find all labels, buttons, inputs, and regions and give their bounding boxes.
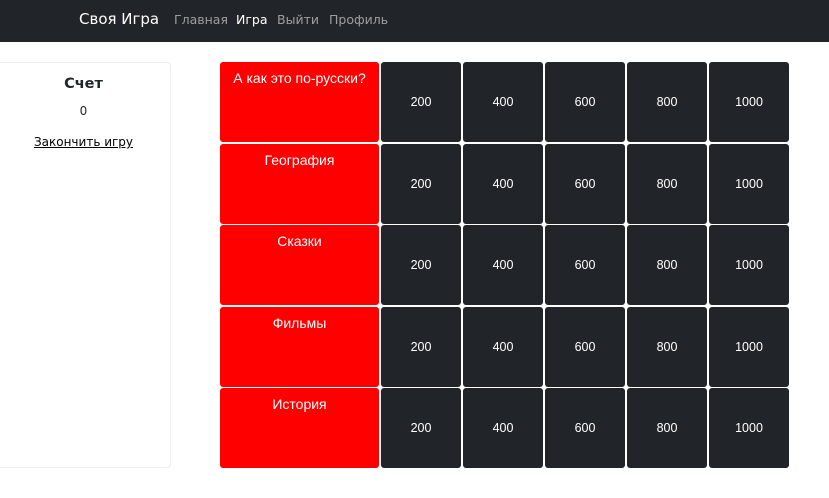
question-cell[interactable]: 800 xyxy=(627,62,707,142)
question-cell[interactable]: 800 xyxy=(627,143,707,224)
question-cell[interactable]: 200 xyxy=(381,306,461,387)
end-game-link[interactable]: Закончить игру xyxy=(0,135,170,149)
question-cell[interactable]: 200 xyxy=(381,143,461,224)
question-cell[interactable]: 200 xyxy=(381,225,461,305)
question-cell[interactable]: 400 xyxy=(463,143,543,224)
question-cell[interactable]: 400 xyxy=(463,225,543,305)
category-cell: Сказки xyxy=(220,225,379,305)
question-cell[interactable]: 800 xyxy=(627,388,707,468)
category-cell: Фильмы xyxy=(220,306,379,387)
score-value: 0 xyxy=(79,104,88,118)
category-cell: История xyxy=(220,388,379,468)
question-cell[interactable]: 1000 xyxy=(709,306,789,387)
question-cell[interactable]: 1000 xyxy=(709,143,789,224)
question-cell[interactable]: 800 xyxy=(627,225,707,305)
question-cell[interactable]: 600 xyxy=(545,143,625,224)
score-panel: Счет 0 Закончить игру xyxy=(0,62,171,468)
question-cell[interactable]: 600 xyxy=(545,388,625,468)
nav-link-game[interactable]: Игра xyxy=(236,12,268,28)
question-cell[interactable]: 600 xyxy=(545,62,625,142)
nav-link-profile[interactable]: Профиль xyxy=(329,12,388,28)
question-cell[interactable]: 1000 xyxy=(709,388,789,468)
question-cell[interactable]: 800 xyxy=(627,306,707,387)
category-cell: А как это по-русски? xyxy=(220,62,379,142)
category-cell: География xyxy=(220,143,379,224)
question-cell[interactable]: 200 xyxy=(381,388,461,468)
nav-link-logout[interactable]: Выйти xyxy=(277,12,319,28)
navbar: Своя Игра Главная Игра Выйти Профиль xyxy=(0,0,829,42)
navbar-brand[interactable]: Своя Игра xyxy=(79,9,159,29)
question-cell[interactable]: 600 xyxy=(545,306,625,387)
question-cell[interactable]: 1000 xyxy=(709,225,789,305)
question-cell[interactable]: 400 xyxy=(463,62,543,142)
game-board: А как это по-русски? 200 400 600 800 1000 Геог… xyxy=(220,62,789,468)
question-cell[interactable]: 1000 xyxy=(709,62,789,142)
question-cell[interactable]: 400 xyxy=(463,306,543,387)
question-cell[interactable]: 200 xyxy=(381,62,461,142)
question-cell[interactable]: 600 xyxy=(545,225,625,305)
question-cell[interactable]: 400 xyxy=(463,388,543,468)
nav-link-home[interactable]: Главная xyxy=(174,12,228,28)
score-title: Счет xyxy=(64,76,103,92)
